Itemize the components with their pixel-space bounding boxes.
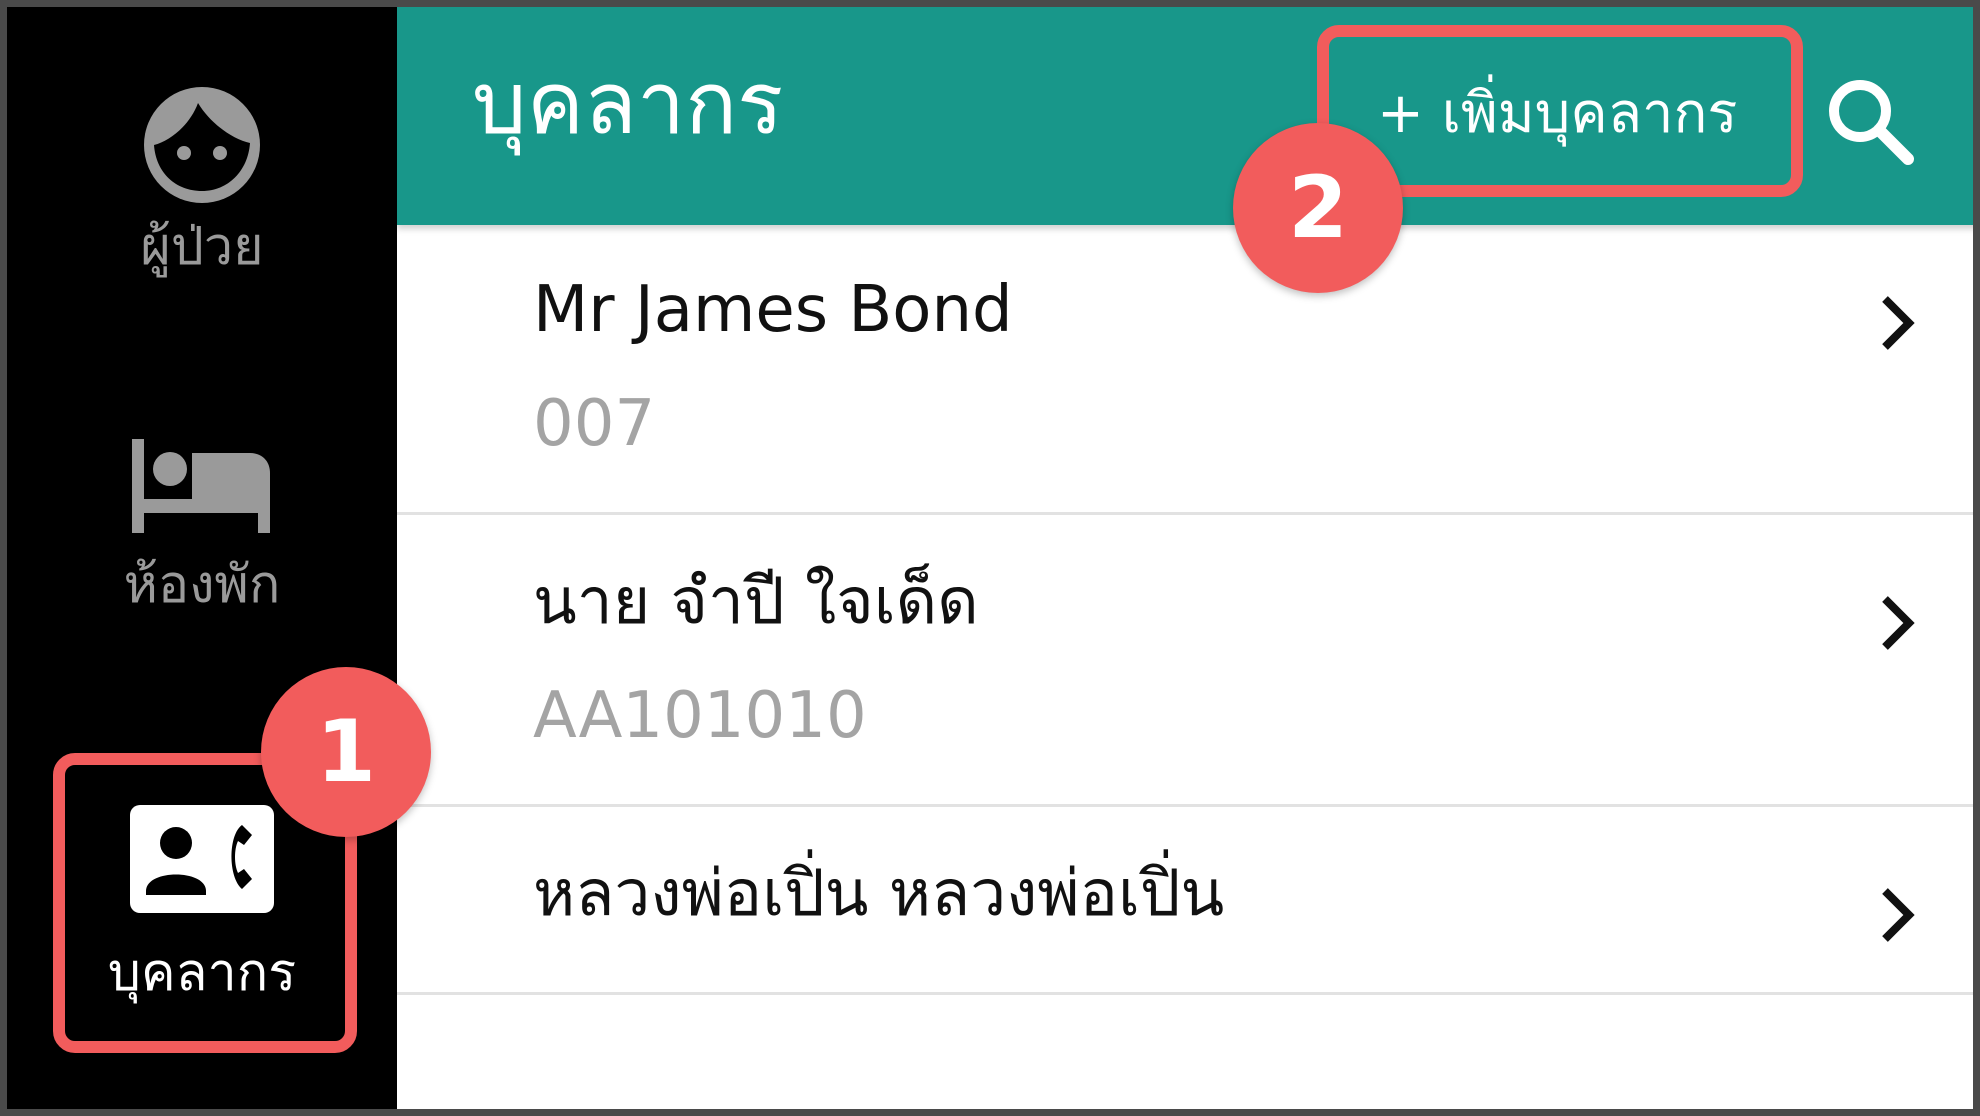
- list-item[interactable]: นาย จำปี ใจเด็ด AA101010: [397, 515, 1973, 807]
- callout-badge: 1: [261, 667, 431, 837]
- sidebar-item-label: ผู้ป่วย: [140, 217, 264, 277]
- chevron-right-icon: [1882, 296, 1915, 350]
- staff-name: นาย จำปี ใจเด็ด: [533, 565, 979, 639]
- staff-code: AA101010: [533, 679, 867, 753]
- staff-name: Mr James Bond: [533, 273, 1013, 347]
- face-icon: [144, 87, 260, 203]
- list-item[interactable]: Mr James Bond 007: [397, 225, 1973, 515]
- list-item[interactable]: หลวงพ่อเปิ่น หลวงพ่อเปิ่น: [397, 807, 1973, 995]
- search-icon[interactable]: [1822, 73, 1918, 169]
- sidebar-item-patients[interactable]: ผู้ป่วย: [7, 83, 397, 313]
- staff-list: Mr James Bond 007 นาย จำปี ใจเด็ด AA1010…: [397, 225, 1973, 995]
- chevron-right-icon: [1882, 596, 1915, 650]
- staff-name: หลวงพ่อเปิ่น หลวงพ่อเปิ่น: [533, 857, 1225, 931]
- sidebar-item-label: ห้องพัก: [123, 555, 281, 615]
- staff-code: 007: [533, 387, 656, 461]
- bed-icon: [132, 439, 270, 533]
- page-title: บุคลากร: [472, 54, 784, 154]
- sidebar-item-rooms[interactable]: ห้องพัก: [7, 439, 397, 639]
- app-window: ผู้ป่วย ห้องพัก บุคลากร บุคลากร + เพิ่มบ…: [0, 0, 1980, 1116]
- chevron-right-icon: [1882, 888, 1915, 942]
- callout-badge: 2: [1233, 123, 1403, 293]
